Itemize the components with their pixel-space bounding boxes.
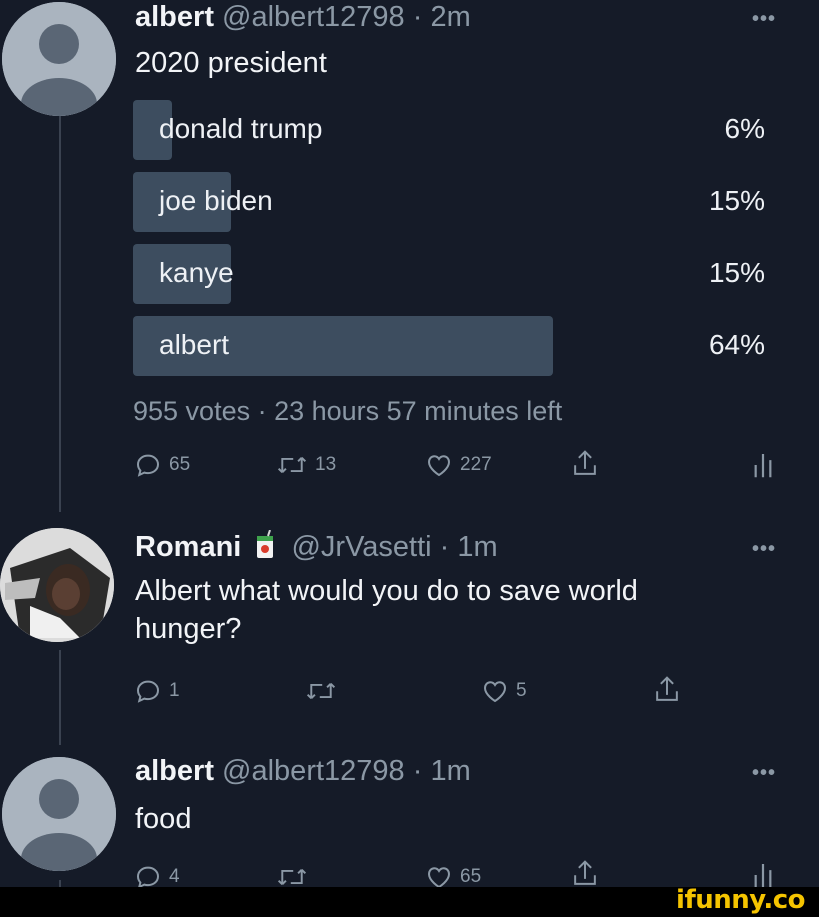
retweet-button[interactable] <box>304 676 344 706</box>
poll-option-percent: 15% <box>708 257 765 288</box>
reply-count: 1 <box>169 680 180 701</box>
tweet-2-header: Romani @JrVasetti · 1m <box>135 529 498 568</box>
like-count: 5 <box>516 680 527 701</box>
like-icon <box>483 681 507 703</box>
separator: · <box>431 531 458 563</box>
reply-count: 65 <box>169 454 191 475</box>
poll-option: joe biden 15% <box>133 172 765 232</box>
default-profile-icon <box>2 757 116 871</box>
analytics-icon <box>754 454 772 478</box>
thread-line-2 <box>59 650 61 745</box>
analytics-button[interactable] <box>752 450 774 480</box>
thread-line-1 <box>59 112 61 512</box>
separator: · <box>404 755 431 787</box>
poll-option-percent: 64% <box>708 329 765 360</box>
avatar-albert[interactable] <box>2 757 116 871</box>
share-icon <box>574 450 596 475</box>
poll-option: donald trump 6% <box>133 100 765 160</box>
reply-button[interactable]: 65 <box>133 450 190 480</box>
watermark-logo: ifunny.co <box>676 885 805 915</box>
more-options-icon[interactable]: ••• <box>752 8 776 31</box>
poll-option-label: albert <box>159 329 230 360</box>
like-count: 227 <box>460 454 492 475</box>
user-handle[interactable]: @albert12798 <box>222 755 405 787</box>
poll-option-label: kanye <box>159 257 234 288</box>
display-name[interactable]: albert <box>135 755 214 787</box>
reply-button[interactable]: 1 <box>133 676 180 706</box>
more-options-icon[interactable]: ••• <box>752 538 776 561</box>
profile-photo-icon <box>0 528 114 642</box>
share-icon <box>656 676 678 701</box>
poll-meta: 955 votes · 23 hours 57 minutes left <box>133 396 563 426</box>
user-handle[interactable]: @JrVasetti <box>291 531 431 563</box>
share-button[interactable] <box>570 858 600 890</box>
tweet-text: Albert what would you do to save world h… <box>135 575 638 645</box>
poll-option-percent: 6% <box>724 113 765 144</box>
poll-option-label: joe biden <box>159 185 273 216</box>
tweet-text: food <box>135 803 192 835</box>
poll-option: albert 64% <box>133 316 765 376</box>
tweet-3-header: albert @albert12798 · 1m <box>135 754 471 788</box>
timestamp[interactable]: 2m <box>430 1 470 33</box>
avatar-albert[interactable] <box>2 2 116 116</box>
like-button[interactable]: 5 <box>480 676 527 706</box>
separator: · <box>404 1 431 33</box>
display-name[interactable]: albert <box>135 1 214 33</box>
avatar-romani[interactable] <box>0 528 114 642</box>
share-button[interactable] <box>570 448 600 480</box>
juice-box-icon <box>255 529 277 568</box>
retweet-icon <box>277 457 307 473</box>
reply-count: 4 <box>169 866 180 887</box>
tweet-1-header: albert @albert12798 · 2m <box>135 0 471 34</box>
share-button[interactable] <box>652 674 682 706</box>
more-options-icon[interactable]: ••• <box>752 762 776 785</box>
like-count: 65 <box>460 866 482 887</box>
like-button[interactable]: 227 <box>424 450 492 480</box>
reply-icon <box>136 680 160 703</box>
default-profile-icon <box>2 2 116 116</box>
poll-option: kanye 15% <box>133 244 765 304</box>
display-name[interactable]: Romani <box>135 531 241 563</box>
tweet-text: 2020 president <box>135 47 327 79</box>
timestamp[interactable]: 1m <box>430 755 470 787</box>
retweet-button[interactable]: 13 <box>275 450 336 480</box>
share-icon <box>574 860 596 885</box>
like-icon <box>427 455 451 477</box>
retweet-count: 13 <box>315 454 337 475</box>
timestamp[interactable]: 1m <box>457 531 497 563</box>
reply-icon <box>136 454 160 477</box>
poll-option-percent: 15% <box>708 185 765 216</box>
poll-option-label: donald trump <box>159 113 323 144</box>
user-handle[interactable]: @albert12798 <box>222 1 405 33</box>
retweet-icon <box>306 683 336 699</box>
